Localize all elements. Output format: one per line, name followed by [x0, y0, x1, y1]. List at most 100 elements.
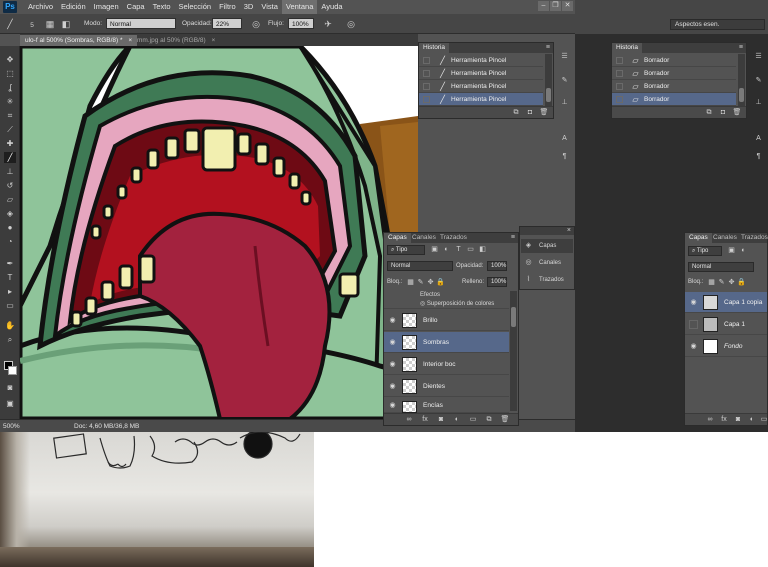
tab-capas[interactable]: Capas: [384, 233, 411, 243]
eye-icon[interactable]: ◎: [420, 301, 427, 307]
tab-capas[interactable]: Capas: [685, 233, 712, 243]
blur-tool-icon[interactable]: ●: [4, 222, 16, 233]
lock-transparency-icon[interactable]: ▦: [707, 278, 716, 287]
history-snapshot-checkbox[interactable]: [616, 96, 623, 103]
history-item-current[interactable]: ▱ Borrador: [612, 93, 736, 106]
restore-button[interactable]: ❐: [550, 1, 561, 11]
history-brush-tool-icon[interactable]: ↺: [4, 180, 16, 191]
layer-opacity-input[interactable]: 100%: [487, 261, 507, 271]
panel-menu-icon[interactable]: ≡: [739, 43, 743, 53]
pixel-filter-icon[interactable]: ▣: [727, 246, 736, 255]
layer-filter-select[interactable]: ⌕ Tipo: [688, 246, 722, 256]
adjustment-layer-icon[interactable]: ◐: [452, 415, 462, 425]
dodge-tool-icon[interactable]: ◔: [4, 236, 16, 247]
airbrush-icon[interactable]: ✈: [322, 18, 334, 30]
panel-menu-icon[interactable]: ≡: [511, 233, 515, 243]
lock-position-icon[interactable]: ✥: [426, 278, 435, 287]
layer-row[interactable]: ◉ Encías: [384, 398, 509, 413]
minimize-button[interactable]: –: [538, 1, 549, 11]
menu-edicion[interactable]: Edición: [57, 0, 90, 14]
brush-preset-icon[interactable]: ╱: [4, 18, 16, 30]
blend-mode-select[interactable]: Normal: [688, 262, 754, 272]
panel-close-icon[interactable]: ×: [567, 227, 571, 235]
paint-bucket-tool-icon[interactable]: ◈: [4, 208, 16, 219]
stamp-source-icon[interactable]: ⊥: [560, 98, 569, 107]
adjustment-filter-icon[interactable]: ◐: [442, 245, 451, 254]
history-item[interactable]: ╱ Herramienta Pincel: [419, 54, 543, 67]
background-color-swatch[interactable]: [8, 366, 17, 375]
eraser-tool-icon[interactable]: ▱: [4, 194, 16, 205]
lock-pixels-icon[interactable]: ✎: [717, 278, 726, 287]
layer-style-icon[interactable]: fx: [420, 415, 430, 425]
lasso-tool-icon[interactable]: ʆ: [4, 82, 16, 93]
document-canvas[interactable]: [20, 46, 418, 419]
shape-tool-icon[interactable]: ▭: [4, 300, 16, 311]
pressure-size-icon[interactable]: ◎: [345, 18, 357, 30]
screen-mode-icon[interactable]: ▣: [4, 398, 16, 409]
workspace-select[interactable]: Aspectos esen.: [670, 19, 765, 30]
layer-row[interactable]: ◉ Brillo: [384, 310, 509, 331]
blend-mode-select[interactable]: Normal: [387, 261, 453, 271]
lock-transparency-icon[interactable]: ▦: [406, 278, 415, 287]
lock-position-icon[interactable]: ✥: [727, 278, 736, 287]
new-document-from-state-icon[interactable]: ⧉: [704, 108, 714, 118]
trash-icon[interactable]: 🗑: [500, 415, 510, 425]
shape-filter-icon[interactable]: ▭: [466, 245, 475, 254]
eye-icon[interactable]: ◉: [388, 382, 397, 391]
zoom-level-field[interactable]: 500%: [3, 422, 27, 431]
layer-style-icon[interactable]: fx: [719, 415, 729, 425]
opacity-input[interactable]: 22%: [212, 18, 242, 29]
brush-presets-icon[interactable]: ✎: [754, 76, 763, 85]
dock-item-capas[interactable]: ◈ Capas: [521, 239, 573, 253]
history-snapshot-checkbox[interactable]: [616, 83, 623, 90]
trash-icon[interactable]: 🗑: [539, 108, 549, 118]
menu-ventana[interactable]: Ventana: [281, 0, 318, 14]
layer-row[interactable]: ◉ Fondo: [685, 336, 767, 357]
history-snapshot-checkbox[interactable]: [423, 83, 430, 90]
layers-scrollbar[interactable]: [510, 291, 517, 411]
eye-icon[interactable]: ◉: [388, 401, 397, 410]
magic-wand-tool-icon[interactable]: ✳: [4, 96, 16, 107]
layer-row-selected[interactable]: ◉ Capa 1 copia: [685, 292, 767, 313]
dock-item-canales[interactable]: ◎ Canales: [521, 256, 573, 270]
history-snapshot-checkbox[interactable]: [616, 70, 623, 77]
character-icon[interactable]: A: [754, 134, 763, 143]
menu-texto[interactable]: Texto: [149, 0, 175, 14]
history-item[interactable]: ╱ Herramienta Pincel: [419, 80, 543, 93]
history-item[interactable]: ▱ Borrador: [612, 67, 736, 80]
camera-snapshot-icon[interactable]: ◘: [718, 108, 728, 118]
scroll-thumb[interactable]: [546, 88, 551, 102]
toggle-brush-icon[interactable]: ◧: [60, 18, 72, 30]
layer-row-selected[interactable]: ◉ Sombras: [384, 332, 509, 353]
menu-vista[interactable]: Vista: [257, 0, 282, 14]
tab-historia[interactable]: Historia: [612, 43, 643, 53]
link-layers-icon[interactable]: ∞: [404, 415, 414, 425]
layer-row[interactable]: ◉ Interior boc: [384, 354, 509, 375]
layer-row[interactable]: ◉ Dientes: [384, 376, 509, 397]
pen-tool-icon[interactable]: ✒: [4, 258, 16, 269]
tab-historia[interactable]: Historia: [419, 43, 450, 53]
panel-menu-icon[interactable]: ≡: [546, 43, 550, 53]
history-scrollbar[interactable]: [738, 54, 745, 106]
eye-icon[interactable]: ◉: [388, 360, 397, 369]
new-group-icon[interactable]: ▭: [468, 415, 478, 425]
eye-icon[interactable]: ◉: [689, 342, 698, 351]
flow-input[interactable]: 100%: [288, 18, 314, 29]
doc-tab-mm[interactable]: mm.jpg al 50% (RGB/8) ×: [132, 35, 220, 46]
trash-icon[interactable]: 🗑: [732, 108, 742, 118]
zoom-tool-icon[interactable]: ⌕: [4, 334, 16, 345]
adjustment-layer-icon[interactable]: ◐: [747, 415, 757, 425]
crop-tool-icon[interactable]: ⌗: [4, 110, 16, 121]
layer-row[interactable]: Capa 1: [685, 314, 767, 335]
eye-icon[interactable]: ◉: [388, 316, 397, 325]
eye-icon[interactable]: ◉: [689, 298, 698, 307]
type-tool-icon[interactable]: T: [4, 272, 16, 283]
history-snapshot-checkbox[interactable]: [423, 96, 430, 103]
lock-all-icon[interactable]: 🔒: [436, 278, 445, 287]
link-layers-icon[interactable]: ∞: [705, 415, 715, 425]
new-document-from-state-icon[interactable]: ⧉: [511, 108, 521, 118]
paragraph-icon[interactable]: ¶: [754, 152, 763, 161]
add-mask-icon[interactable]: ◙: [733, 415, 743, 425]
tab-trazados[interactable]: Trazados: [737, 233, 768, 243]
history-item[interactable]: ╱ Herramienta Pincel: [419, 67, 543, 80]
